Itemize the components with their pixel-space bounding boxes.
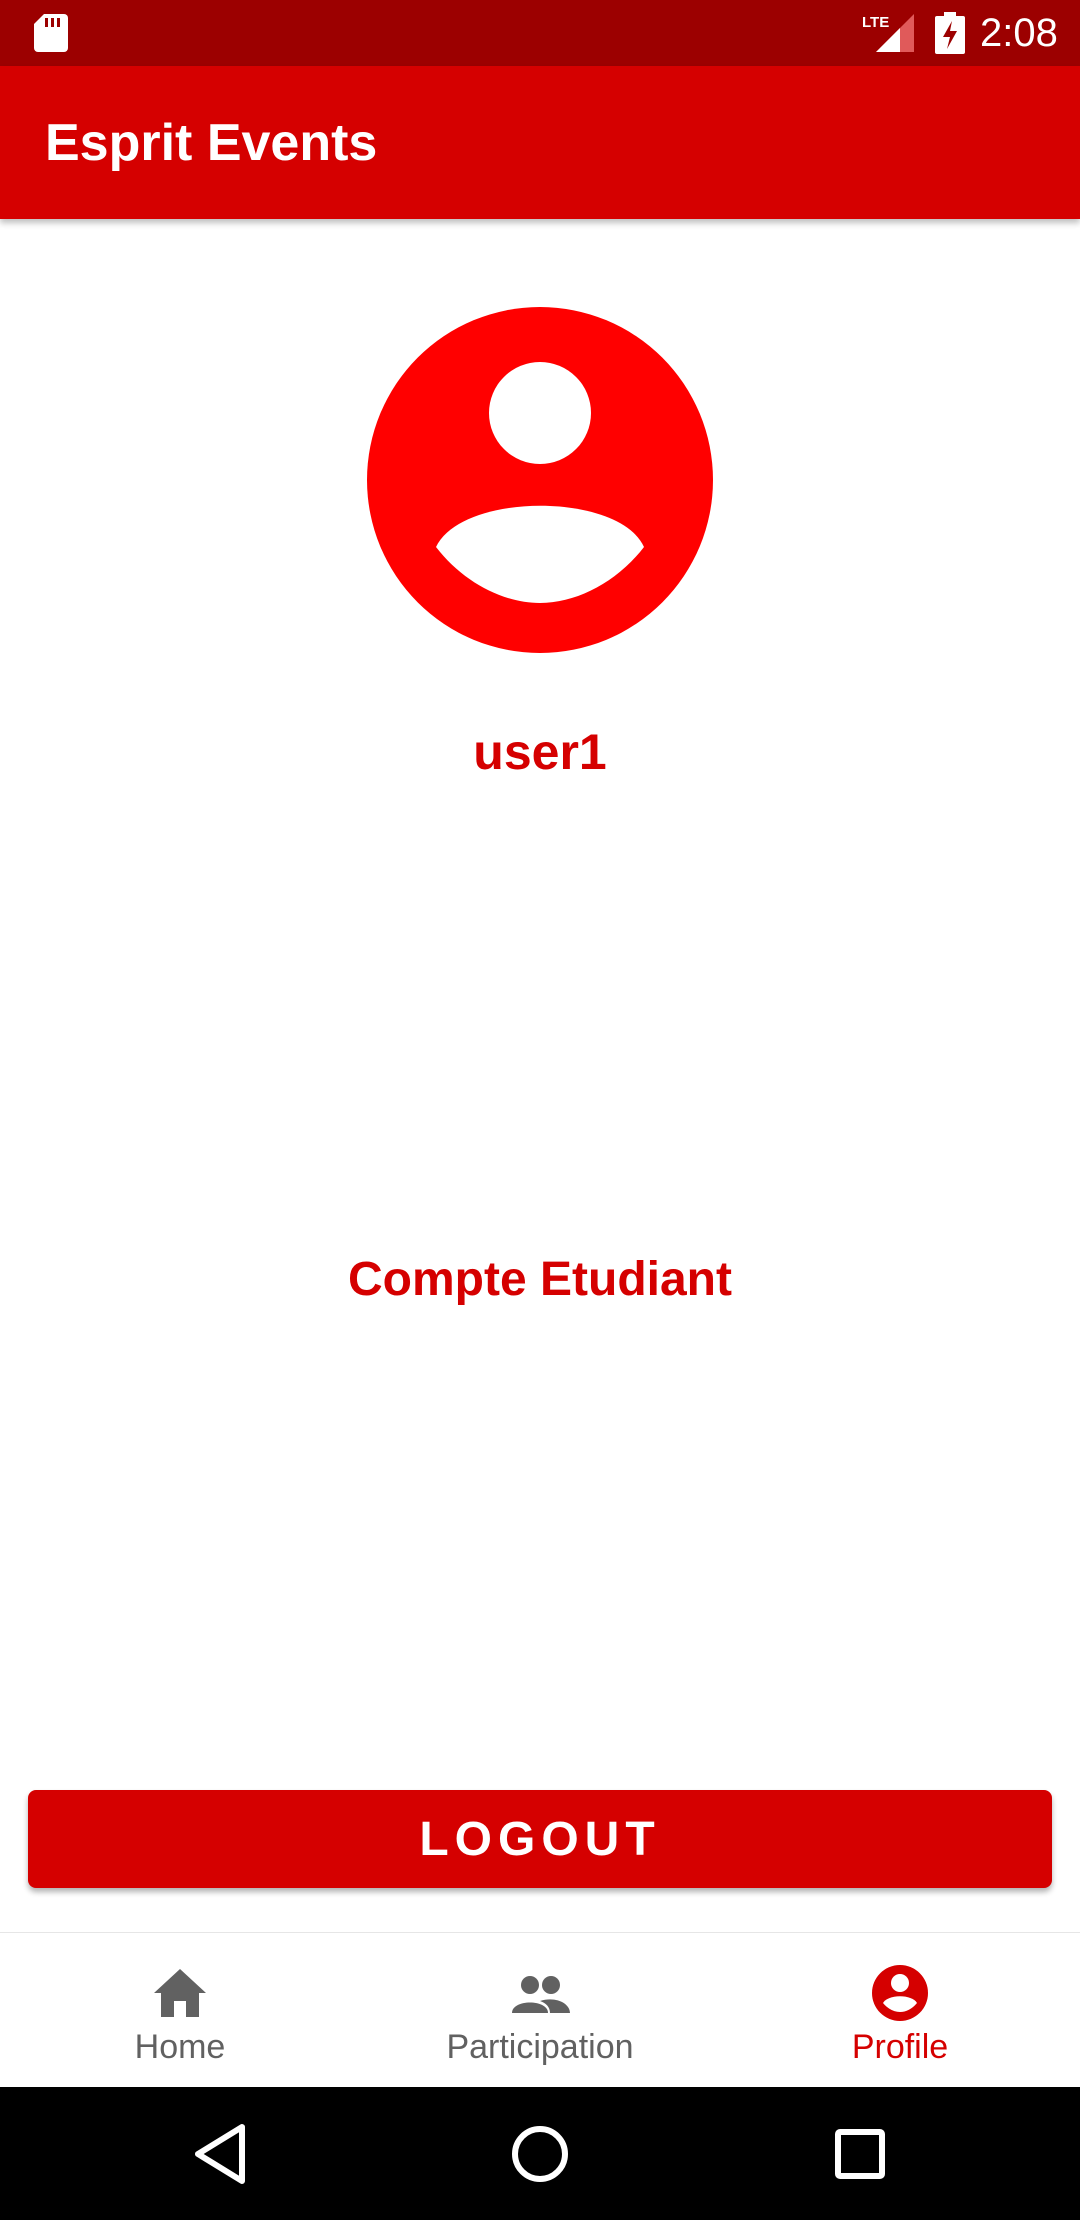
nav-label-profile: Profile xyxy=(851,2028,949,2066)
sd-card-icon xyxy=(34,14,68,52)
lte-signal-icon: LTE xyxy=(862,12,916,54)
back-icon[interactable] xyxy=(186,2119,256,2189)
status-clock: 2:08 xyxy=(980,11,1058,55)
home-circle-icon[interactable] xyxy=(505,2119,575,2189)
system-navigation-bar xyxy=(0,2087,1080,2220)
nav-item-home[interactable]: Home xyxy=(0,1933,360,2088)
logout-button[interactable]: LOGOUT xyxy=(28,1790,1052,1888)
app-title: Esprit Events xyxy=(45,114,378,172)
nav-label-home: Home xyxy=(134,2028,226,2066)
app-bar: Esprit Events xyxy=(0,66,1080,219)
nav-label-participation: Participation xyxy=(446,2028,634,2066)
network-type-label: LTE xyxy=(862,14,889,31)
group-icon xyxy=(512,1976,570,2013)
avatar xyxy=(367,307,713,653)
home-icon xyxy=(154,1969,206,2017)
recents-icon[interactable] xyxy=(825,2119,895,2189)
account-circle-icon xyxy=(872,1965,928,2021)
status-bar: LTE 2:08 xyxy=(0,0,1080,66)
nav-item-participation[interactable]: Participation xyxy=(360,1933,720,2088)
username-label: user1 xyxy=(473,724,607,780)
nav-item-profile[interactable]: Profile xyxy=(720,1933,1080,2088)
account-type-label: Compte Etudiant xyxy=(348,1253,732,1306)
bottom-navigation: Home Participation Profile xyxy=(0,1932,1080,2087)
battery-charging-icon xyxy=(935,12,965,54)
